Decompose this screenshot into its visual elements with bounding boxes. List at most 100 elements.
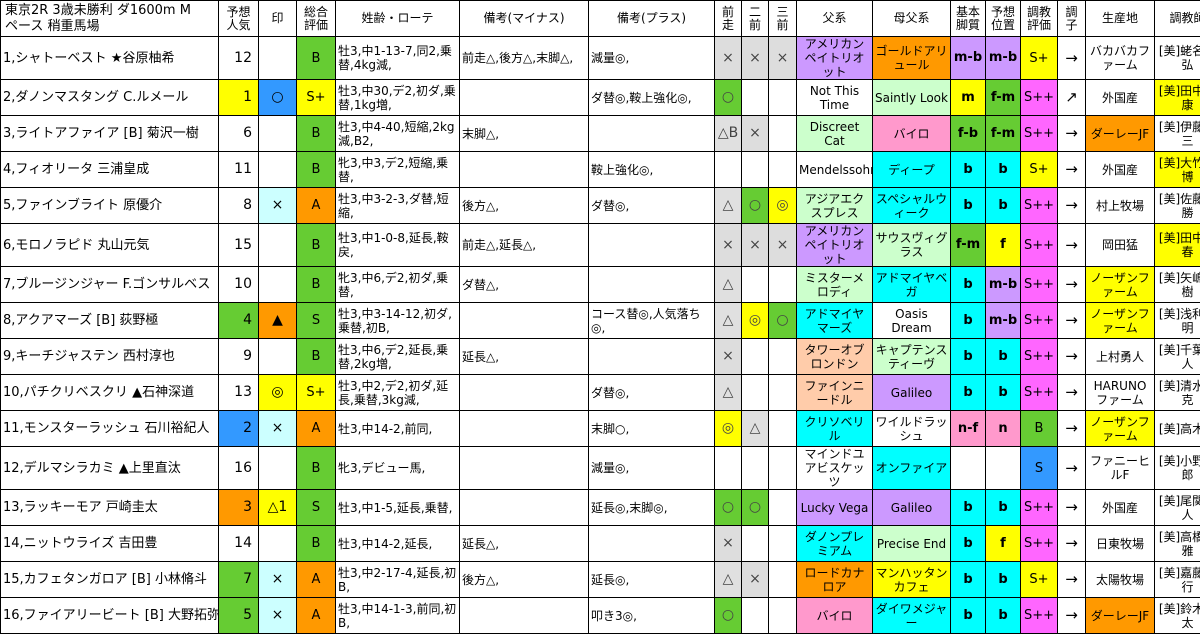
horse-name: 5,ファインブライト 原優介: [1, 188, 219, 224]
prev-race-2: [742, 598, 769, 634]
note-plus: ダ替◎,鞍上強化◎,: [589, 80, 715, 116]
prediction-mark: △1: [259, 490, 297, 526]
table-row: 3,ライトアファイア [B] 菊沢一樹6B牡3,中4-40,短縮,2kg減,B2…: [1, 116, 1200, 152]
total-rating: S: [297, 303, 336, 339]
training-rating: S++: [1021, 490, 1058, 526]
prev-race-1: ×: [715, 37, 742, 80]
sire-line: ロードカナロア: [797, 562, 873, 598]
trainer: [美]大竹正博: [1155, 152, 1200, 188]
trainer: [美]田中勝春: [1155, 224, 1200, 267]
table-row: 9,キーチジャステン 西村淳也9B牡3,中6,デ2,延長,乗替,2kg増,延長△…: [1, 339, 1200, 375]
note-plus: [589, 267, 715, 303]
prediction-mark: [259, 526, 297, 562]
training-rating: S+: [1021, 37, 1058, 80]
table-row: 10,パチクリベスクリ ▲石神深道13◎S+牡3,中2,デ2,初ダ,延長,乗替,…: [1, 375, 1200, 411]
note-minus: 延長△,: [460, 339, 589, 375]
note-plus: [589, 224, 715, 267]
prediction-mark: [259, 339, 297, 375]
prev-race-1: [715, 152, 742, 188]
col-trainer: 調教師: [1155, 1, 1200, 37]
condition-arrow: →: [1058, 447, 1086, 490]
sire-line: Not This Time: [797, 80, 873, 116]
training-rating: S++: [1021, 598, 1058, 634]
popularity: 8: [219, 188, 259, 224]
total-rating: S+: [297, 375, 336, 411]
popularity: 2: [219, 411, 259, 447]
prediction-mark: ×: [259, 411, 297, 447]
condition-arrow: →: [1058, 411, 1086, 447]
predicted-position: f: [986, 526, 1021, 562]
table-row: 2,ダノンマスタング C.ルメール1○S+牡3,中30,デ2,初ダ,乗替,1kg…: [1, 80, 1200, 116]
predicted-position: f-m: [986, 116, 1021, 152]
running-style: f-b: [951, 116, 986, 152]
breeder: 日東牧場: [1086, 526, 1155, 562]
table-row: 4,フィオリータ 三浦皇成11B牝3,中3,デ2,短縮,乗替,鞍上強化◎,Men…: [1, 152, 1200, 188]
breeder: ノーザンファーム: [1086, 267, 1155, 303]
predicted-position: m-b: [986, 37, 1021, 80]
total-rating: B: [297, 526, 336, 562]
damsire-line: Galileo: [873, 490, 951, 526]
popularity: 4: [219, 303, 259, 339]
table-row: 7,ブルージンジャー F.ゴンサルベス10B牝3,中6,デ2,初ダ,乗替,ダ替△…: [1, 267, 1200, 303]
table-row: 11,モンスターラッシュ 石川裕紀人2×A牡3,中14-2,前同,末脚○,◎△ク…: [1, 411, 1200, 447]
prev-race-3: [769, 411, 797, 447]
horse-name: 8,アクアマーズ [B] 荻野極: [1, 303, 219, 339]
note-plus: [589, 339, 715, 375]
damsire-line: ゴールドアリュール: [873, 37, 951, 80]
predicted-position: b: [986, 152, 1021, 188]
trainer: [美]蛯名利弘: [1155, 37, 1200, 80]
col-prev2: 二 前: [742, 1, 769, 37]
horse-name: 9,キーチジャステン 西村淳也: [1, 339, 219, 375]
table-row: 1,シャトーベスト ★谷原柚希12B牡3,中1-13-7,同2,乗替,4kg減,…: [1, 37, 1200, 80]
trainer: [美]尾関知人: [1155, 490, 1200, 526]
prev-race-2: ×: [742, 224, 769, 267]
prev-race-2: ×: [742, 562, 769, 598]
prev-race-2: ×: [742, 116, 769, 152]
condition-arrow: →: [1058, 598, 1086, 634]
horse-info: 牝3,中3,デ2,短縮,乗替,: [336, 152, 460, 188]
col-origin: 生産地: [1086, 1, 1155, 37]
prev-race-1: △: [715, 375, 742, 411]
sire-line: Lucky Vega: [797, 490, 873, 526]
prev-race-3: [769, 447, 797, 490]
horse-info: 牡3,中14-1-3,前同,初B,: [336, 598, 460, 634]
horse-name: 16,ファイアリービート [B] 大野拓弥: [1, 598, 219, 634]
condition-arrow: →: [1058, 37, 1086, 80]
col-damsire: 母父系: [873, 1, 951, 37]
running-style: b: [951, 562, 986, 598]
training-rating: S++: [1021, 339, 1058, 375]
col-pop: 予想 人気: [219, 1, 259, 37]
prediction-mark: [259, 37, 297, 80]
breeder: 太陽牧場: [1086, 562, 1155, 598]
note-plus: コース替◎,人気落ち◎,: [589, 303, 715, 339]
popularity: 3: [219, 490, 259, 526]
prev-race-1: ○: [715, 598, 742, 634]
note-plus: [589, 116, 715, 152]
prev-race-3: ×: [769, 37, 797, 80]
condition-arrow: →: [1058, 375, 1086, 411]
note-plus: ダ替◎,: [589, 375, 715, 411]
damsire-line: Saintly Look: [873, 80, 951, 116]
condition-arrow: →: [1058, 490, 1086, 526]
col-cond: 調 子: [1058, 1, 1086, 37]
predicted-position: b: [986, 339, 1021, 375]
damsire-line: Precise End: [873, 526, 951, 562]
note-plus: ダ替◎,: [589, 188, 715, 224]
trainer: [美]伊藤圭三: [1155, 116, 1200, 152]
trainer: [美]鈴木慎太: [1155, 598, 1200, 634]
trainer: [美]千葉直人: [1155, 339, 1200, 375]
training-rating: S++: [1021, 116, 1058, 152]
prev-race-3: [769, 80, 797, 116]
prev-race-3: ○: [769, 303, 797, 339]
horse-info: 牡3,中14-2,前同,: [336, 411, 460, 447]
sire-line: Discreet Cat: [797, 116, 873, 152]
prev-race-2: ○: [742, 188, 769, 224]
note-minus: [460, 80, 589, 116]
breeder: 外国産: [1086, 152, 1155, 188]
total-rating: B: [297, 116, 336, 152]
col-mark: 印: [259, 1, 297, 37]
damsire-line: ディープ: [873, 152, 951, 188]
sire-line: アメリカンペイトリオット: [797, 37, 873, 80]
breeder: 外国産: [1086, 80, 1155, 116]
damsire-line: サウスヴィグラス: [873, 224, 951, 267]
